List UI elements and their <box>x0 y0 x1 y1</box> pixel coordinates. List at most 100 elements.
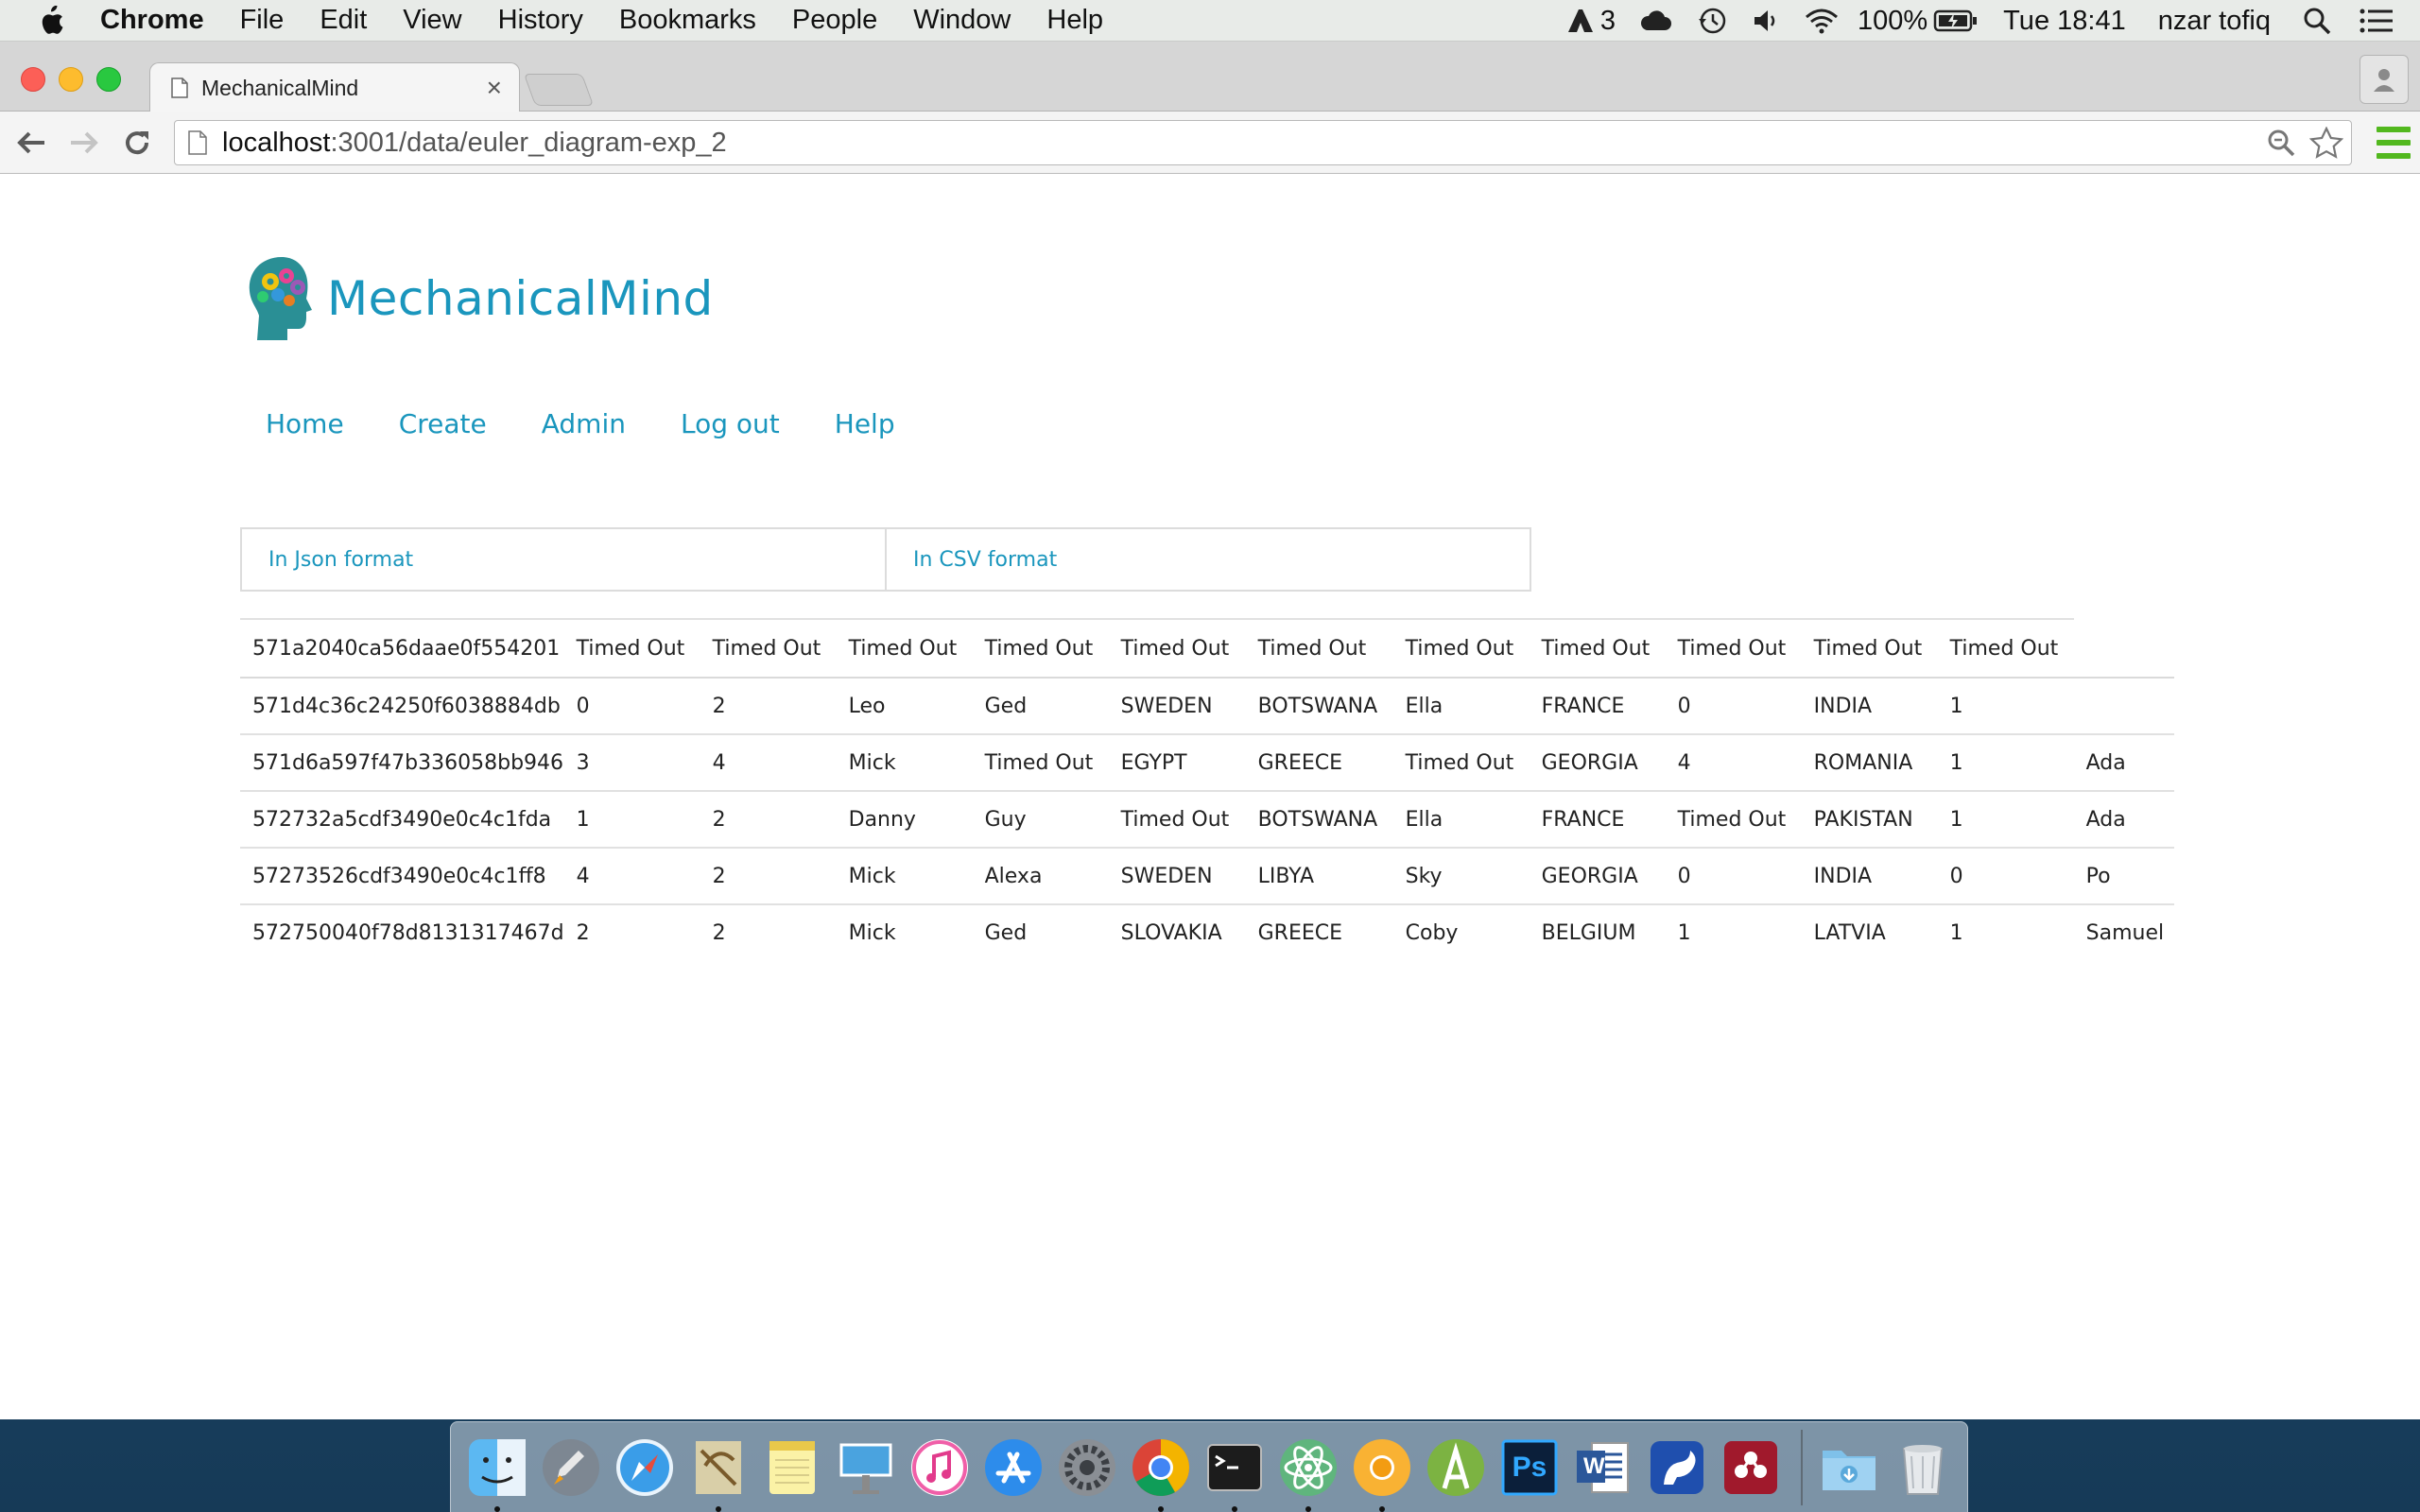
back-arrow-icon[interactable] <box>15 127 47 159</box>
table-cell: Timed Out <box>1529 618 1666 678</box>
table-cell: Timed Out <box>1108 618 1246 678</box>
table-cell: GEORGIA <box>1529 733 1666 791</box>
table-cell: GEORGIA <box>1529 847 1666 904</box>
table-cell: Coby <box>1392 903 1530 961</box>
table-cell-id: 571d4c36c24250f6038884db <box>240 677 564 734</box>
menubar-clock[interactable]: Tue 18:41 <box>2003 6 2126 37</box>
table-cell: Ella <box>1392 677 1530 734</box>
cloud-icon[interactable] <box>1640 9 1672 32</box>
table-cell: ROMANIA <box>1801 733 1938 791</box>
browser-toolbar: localhost:3001/data/euler_diagram-exp_2 <box>0 112 2420 174</box>
menu-help[interactable]: Help <box>1046 5 1103 36</box>
macos-menu-bar: Chrome File Edit View History Bookmarks … <box>0 0 2420 42</box>
mail-icon[interactable] <box>685 1435 752 1512</box>
table-cell: Ged <box>972 677 1109 734</box>
forward-arrow-icon[interactable] <box>68 127 100 159</box>
table-cell: INDIA <box>1801 847 1938 904</box>
table-row: 571d4c36c24250f6038884db 0 2 Leo Ged SWEDEN BO… <box>240 677 2174 734</box>
wifi-icon[interactable] <box>1805 8 1839 34</box>
new-tab-button[interactable] <box>523 74 595 106</box>
table-cell: Po <box>2073 847 2174 904</box>
system-preferences-icon[interactable] <box>1054 1435 1120 1501</box>
format-tabs: In Json format In CSV format <box>240 527 1533 592</box>
volume-icon[interactable] <box>1752 8 1780 34</box>
app-store-icon[interactable] <box>980 1435 1046 1501</box>
tab-close-icon[interactable]: × <box>487 75 502 101</box>
trash-icon[interactable] <box>1890 1435 1956 1501</box>
table-cell: Timed Out <box>1665 618 1802 678</box>
mendeley-icon[interactable] <box>1718 1435 1784 1501</box>
menu-view[interactable]: View <box>403 5 461 36</box>
zoom-icon[interactable] <box>2266 128 2296 158</box>
url-text[interactable]: localhost:3001/data/euler_diagram-exp_2 <box>222 128 727 159</box>
bookmark-star-icon[interactable] <box>2309 127 2343 159</box>
table-row: 572750040f78d8131317467d 2 2 Mick Ged SLOVAKI… <box>240 903 2174 961</box>
adobe-creative-cloud-icon[interactable]: 3 <box>1566 6 1616 37</box>
table-cell: Samuel <box>2073 903 2174 961</box>
json-format-tab[interactable]: In Json format <box>240 527 887 592</box>
terminal-icon[interactable] <box>1201 1435 1268 1512</box>
nav-help-link[interactable]: Help <box>835 408 895 439</box>
safari-icon[interactable] <box>612 1435 678 1501</box>
squirrel-icon[interactable] <box>1644 1435 1710 1501</box>
reload-icon[interactable] <box>121 127 153 159</box>
atom-icon[interactable] <box>1275 1435 1341 1512</box>
table-cell: 1 <box>1937 733 2074 791</box>
web-page: MechanicalMind Home Create Admin Log out… <box>0 174 2420 1419</box>
apple-logo-icon[interactable] <box>38 5 66 37</box>
tab-title: MechanicalMind <box>201 75 359 100</box>
address-bar[interactable]: localhost:3001/data/euler_diagram-exp_2 <box>174 120 2352 165</box>
chrome-canary-icon[interactable] <box>1349 1435 1415 1512</box>
nav-logout-link[interactable]: Log out <box>681 408 780 439</box>
spotlight-search-icon[interactable] <box>2303 7 2331 35</box>
browser-window: MechanicalMind × localhost:3001/data/eul… <box>0 42 2420 1419</box>
chrome-menu-icon[interactable] <box>2377 127 2411 159</box>
itunes-icon[interactable] <box>907 1435 973 1501</box>
page-info-icon[interactable] <box>188 130 207 155</box>
table-cell: Sky <box>1392 847 1530 904</box>
time-machine-icon[interactable] <box>1697 6 1727 36</box>
csv-format-tab[interactable]: In CSV format <box>885 527 1531 592</box>
keynote-icon[interactable] <box>833 1435 899 1501</box>
notes-icon[interactable] <box>759 1435 825 1501</box>
window-close-button[interactable] <box>21 67 45 92</box>
menu-window[interactable]: Window <box>913 5 1011 36</box>
photoshop-icon[interactable]: Ps <box>1496 1435 1563 1501</box>
battery-charging-icon[interactable] <box>1933 9 1979 33</box>
profile-button[interactable] <box>2360 55 2409 104</box>
menu-app-name[interactable]: Chrome <box>100 5 204 36</box>
table-cell: Timed Out <box>972 618 1109 678</box>
battery-percent: 100% <box>1858 5 1928 36</box>
menu-edit[interactable]: Edit <box>320 5 367 36</box>
table-cell: Timed Out <box>1937 618 2074 678</box>
tab-strip: MechanicalMind × <box>0 42 2420 112</box>
finder-icon[interactable] <box>464 1435 530 1512</box>
window-maximize-button[interactable] <box>96 67 121 92</box>
menu-history[interactable]: History <box>498 5 583 36</box>
menubar-user[interactable]: nzar tofiq <box>2158 6 2271 37</box>
table-cell: GREECE <box>1245 903 1393 961</box>
launchpad-icon[interactable] <box>538 1435 604 1501</box>
table-cell: 4 <box>700 733 837 791</box>
table-cell: 4 <box>1665 733 1802 791</box>
nav-create-link[interactable]: Create <box>399 408 487 439</box>
site-brand[interactable]: MechanicalMind <box>244 253 714 344</box>
table-cell: FRANCE <box>1529 790 1666 848</box>
menu-bookmarks[interactable]: Bookmarks <box>619 5 756 36</box>
word-icon[interactable]: W <box>1570 1435 1636 1501</box>
android-studio-icon[interactable] <box>1423 1435 1489 1501</box>
downloads-folder-icon[interactable] <box>1816 1435 1882 1501</box>
table-cell: Mick <box>836 903 973 961</box>
table-cell: Guy <box>972 790 1109 848</box>
menu-people[interactable]: People <box>792 5 877 36</box>
address-bar-actions <box>2253 127 2343 159</box>
browser-tab-active[interactable]: MechanicalMind × <box>149 62 520 112</box>
chrome-icon[interactable] <box>1128 1435 1194 1512</box>
nav-home-link[interactable]: Home <box>266 408 344 439</box>
menu-file[interactable]: File <box>240 5 285 36</box>
table-row: 572732a5cdf3490e0c4c1fda 1 2 Danny Guy Timed … <box>240 790 2174 848</box>
notification-center-icon[interactable] <box>2360 8 2394 34</box>
nav-admin-link[interactable]: Admin <box>542 408 626 439</box>
person-icon <box>2374 69 2394 92</box>
window-minimize-button[interactable] <box>59 67 83 92</box>
